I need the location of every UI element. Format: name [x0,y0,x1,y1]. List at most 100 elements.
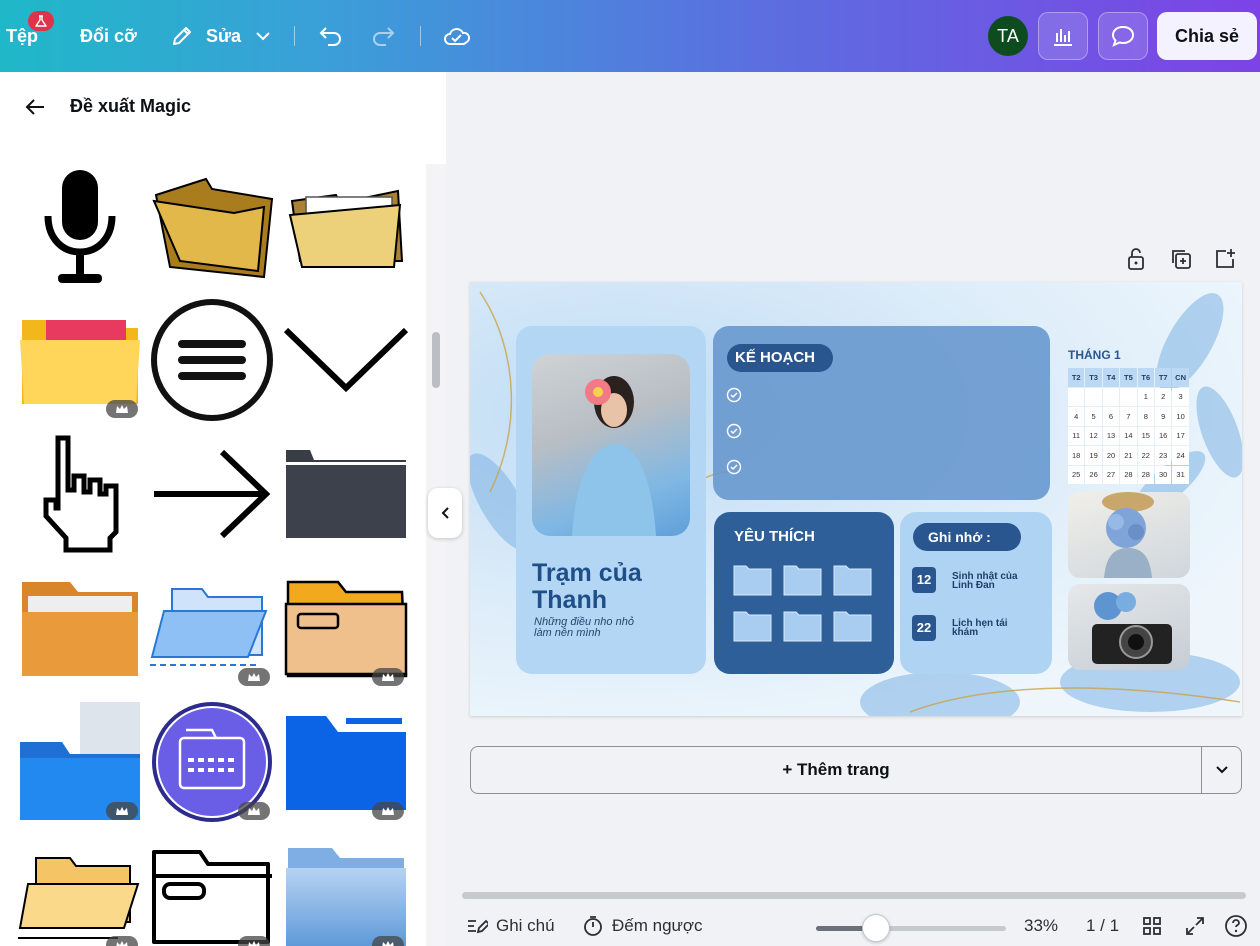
grid-item-blue-flat-folder[interactable] [284,700,408,824]
calendar-weekday: T2 [1068,368,1085,387]
share-button[interactable]: Chia sẻ [1157,12,1257,60]
note2-text-line2: khám [952,627,979,638]
open-folder-papers-icon [286,181,406,271]
premium-crown-badge [238,802,270,820]
calendar-day: 5 [1085,407,1102,426]
timer-button[interactable]: Đếm ngược [582,906,703,946]
add-page-button[interactable]: + Thêm trang [471,747,1201,793]
hydrangea-photo[interactable] [1068,492,1190,578]
cloud-save-button[interactable] [443,0,471,72]
edit-mode-button[interactable]: Sửa [170,0,271,72]
panel-scrollbar-thumb[interactable] [432,332,440,388]
add-page-bar: + Thêm trang [470,746,1242,794]
user-avatar[interactable]: TA [988,16,1028,56]
calendar-day [1085,387,1102,406]
premium-crown-badge [106,400,138,418]
grid-item-blue-folder[interactable] [18,700,142,824]
insights-button[interactable] [1038,12,1088,60]
duplicate-page-button[interactable] [1168,246,1194,272]
add-page-icon [1214,248,1236,270]
zoom-level-button[interactable]: 33% [1024,906,1058,946]
grid-view-button[interactable] [1142,906,1162,946]
grid-item-dark-folder[interactable] [284,432,408,556]
canvas-horizontal-scrollbar[interactable] [462,892,1246,899]
zoom-level: 33% [1024,916,1059,935]
note2-day: 22 [916,620,932,635]
grid-item-purple-file-circle[interactable] [150,700,274,824]
toolbar-divider [294,26,295,46]
page-counter-button[interactable]: 1 / 1 [1086,906,1119,946]
redo-button[interactable] [370,0,396,72]
calendar-day: 17 [1172,426,1189,445]
duplicate-icon [1170,248,1192,270]
favorites-folder-icons [733,565,872,642]
undo-button[interactable] [318,0,344,72]
resize-button[interactable]: Đổi cỡ [80,0,137,72]
favorites-title: YÊU THÍCH [734,528,815,545]
unlock-icon [1126,247,1146,271]
dark-folder-icon [284,448,408,540]
grid-item-sketch-folder[interactable] [18,834,142,946]
premium-crown-badge [372,668,404,686]
grid-view-icon [1142,916,1162,936]
profile-photo[interactable] [532,354,690,536]
grid-item-pointer-hand[interactable] [18,432,142,556]
calendar-day: 25 [1068,465,1085,484]
grid-item-microphone[interactable] [18,164,142,288]
calendar-day: 24 [1172,446,1189,465]
notes-button[interactable]: Ghi chú [466,906,555,946]
notes-label: Ghi chú [496,916,555,935]
comments-button[interactable] [1098,12,1148,60]
share-label: Chia sẻ [1174,25,1240,46]
grid-item-chevron-down[interactable] [284,298,408,422]
grid-item-open-folder-papers[interactable] [284,164,408,288]
grid-item-outline-folder[interactable] [150,834,274,946]
grid-item-gradient-blue-folder[interactable] [284,834,408,946]
toolbar-divider [420,26,421,46]
flask-badge-icon [28,11,54,31]
grid-item-tan-folder[interactable] [284,566,408,690]
sketch-folder-icon [18,848,142,944]
help-button[interactable] [1224,906,1248,946]
fullscreen-button[interactable] [1184,906,1206,946]
collapse-panel-button[interactable] [428,488,462,538]
camera-photo[interactable] [1068,584,1190,670]
calendar-day: 11 [1068,426,1085,445]
gold-folder-icon [150,171,274,281]
menu-circle-icon [150,298,274,422]
grid-item-menu-circle[interactable] [150,298,274,422]
grid-item-blue-outline-folder[interactable] [150,566,274,690]
grid-item-yellow-folder[interactable] [18,298,142,422]
chevron-left-icon [440,506,450,520]
tagline-line2: làm nên mình [534,627,601,639]
zoom-slider-handle[interactable] [862,914,890,942]
design-page[interactable]: Trạm của Thanh Những điều nho nhỏ làm nê… [470,282,1242,716]
calendar-weekday: T4 [1102,368,1120,387]
grid-item-arrow-right[interactable] [150,432,274,556]
note1-day: 12 [916,572,932,587]
calendar-day: 26 [1085,465,1102,484]
calendar-day: 8 [1137,407,1154,426]
outline-folder-icon [150,846,274,946]
pointer-hand-cursor-icon [30,432,130,556]
yellow-folder-icon [18,310,142,410]
back-button[interactable] [20,92,50,122]
microphone-icon [30,164,130,288]
zoom-slider[interactable] [816,926,1006,931]
chevron-down-icon [284,320,408,400]
arrow-left-icon [24,98,46,116]
add-page-top-button[interactable] [1212,246,1238,272]
calendar-day: 27 [1102,465,1120,484]
plan-title: KẾ HOẠCH [735,349,816,366]
premium-crown-badge [238,668,270,686]
grid-item-gold-folder[interactable] [150,164,274,288]
expand-icon [1184,915,1206,937]
panel-scrollbar[interactable] [426,164,446,946]
grid-item-orange-folder[interactable] [18,566,142,690]
lock-page-button[interactable] [1123,246,1149,272]
bar-chart-icon [1051,25,1075,47]
calendar-day: 31 [1172,465,1189,484]
add-page-options-button[interactable] [1201,747,1241,793]
calendar-day: 19 [1085,446,1102,465]
calendar-day: 28 [1137,465,1154,484]
